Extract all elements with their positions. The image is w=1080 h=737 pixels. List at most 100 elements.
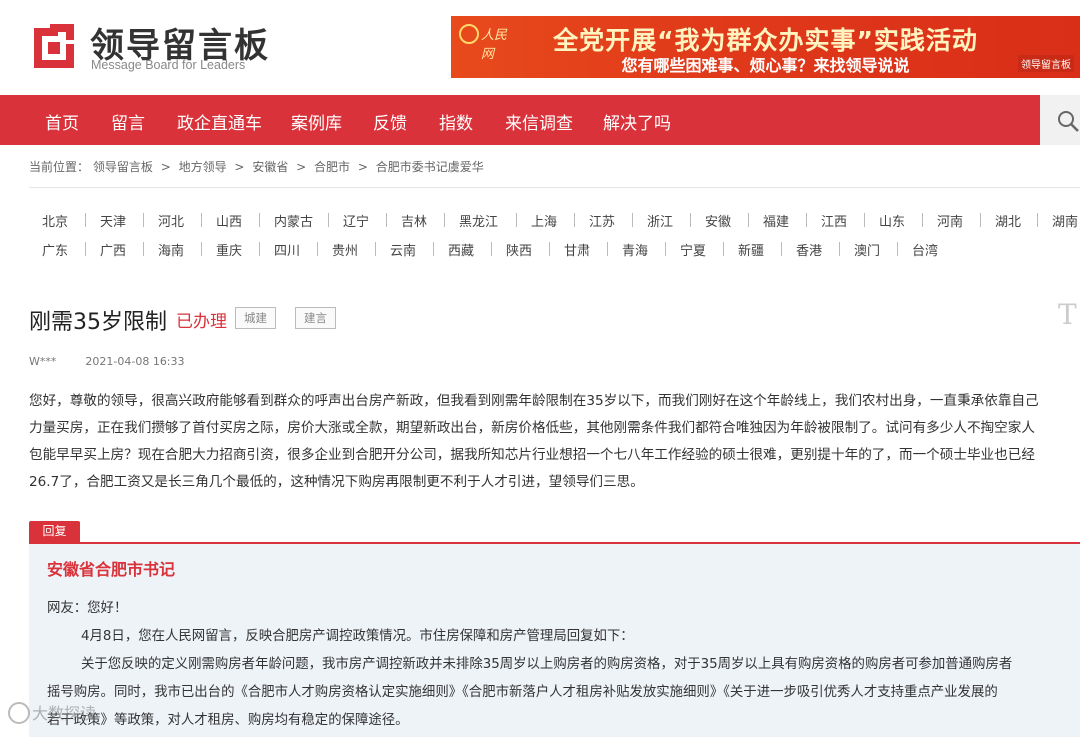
province-link[interactable]: 山西 bbox=[216, 211, 242, 230]
province-link[interactable]: 内蒙古 bbox=[274, 211, 313, 230]
search-icon bbox=[1058, 111, 1079, 132]
breadcrumb: 当前位置： 领导留言板 > 地方领导 > 安徽省 > 合肥市 > 合肥市委书记虞… bbox=[29, 158, 484, 175]
province-separator bbox=[433, 242, 434, 256]
nav-item-feedback[interactable]: 反馈 bbox=[373, 109, 407, 134]
search-button[interactable] bbox=[1040, 95, 1080, 145]
province-link[interactable]: 湖北 bbox=[995, 211, 1021, 230]
province-separator bbox=[317, 242, 318, 256]
province-separator bbox=[574, 213, 575, 227]
province-link[interactable]: 山东 bbox=[879, 211, 905, 230]
province-separator bbox=[980, 213, 981, 227]
province-link[interactable]: 宁夏 bbox=[680, 240, 706, 259]
province-link[interactable]: 四川 bbox=[274, 240, 300, 259]
breadcrumb-item[interactable]: 领导留言板 bbox=[93, 160, 153, 174]
province-link[interactable]: 天津 bbox=[100, 211, 126, 230]
font-size-icon[interactable]: T bbox=[1058, 298, 1077, 331]
post-title: 刚需35岁限制 bbox=[29, 310, 167, 335]
logo-icon[interactable] bbox=[28, 20, 80, 72]
nav-item-index[interactable]: 指数 bbox=[439, 109, 473, 134]
province-link[interactable]: 安徽 bbox=[705, 211, 731, 230]
breadcrumb-prefix: 当前位置： bbox=[29, 160, 90, 174]
province-link[interactable]: 上海 bbox=[531, 211, 557, 230]
province-link[interactable]: 贵州 bbox=[332, 240, 358, 259]
reply-label: 回复 bbox=[29, 521, 80, 542]
province-separator bbox=[386, 213, 387, 227]
nav-item-home[interactable]: 首页 bbox=[45, 109, 79, 134]
province-separator bbox=[549, 242, 550, 256]
nav-item-cases[interactable]: 案例库 bbox=[291, 109, 342, 134]
province-link[interactable]: 云南 bbox=[390, 240, 416, 259]
province-link[interactable]: 广西 bbox=[100, 240, 126, 259]
province-link[interactable]: 澳门 bbox=[854, 240, 880, 259]
province-separator bbox=[328, 213, 329, 227]
province-separator bbox=[143, 213, 144, 227]
province-separator bbox=[922, 213, 923, 227]
breadcrumb-item[interactable]: 地方领导 bbox=[179, 160, 227, 174]
campaign-banner[interactable]: 人民网 全党开展“我为群众办实事”实践活动 您有哪些困难事、烦心事？来找领导说说… bbox=[451, 16, 1080, 78]
province-separator bbox=[781, 242, 782, 256]
province-separator bbox=[85, 242, 86, 256]
author: W*** bbox=[29, 355, 57, 368]
province-link[interactable]: 甘肃 bbox=[564, 240, 590, 259]
breadcrumb-separator: > bbox=[357, 160, 368, 174]
nav-item-business-express[interactable]: 政企直通车 bbox=[177, 109, 262, 134]
province-separator bbox=[143, 242, 144, 256]
breadcrumb-separator: > bbox=[296, 160, 307, 174]
province-link[interactable]: 青海 bbox=[622, 240, 648, 259]
province-link[interactable]: 黑龙江 bbox=[459, 211, 498, 230]
province-link[interactable]: 广东 bbox=[42, 240, 68, 259]
province-link[interactable]: 福建 bbox=[763, 211, 789, 230]
province-separator bbox=[444, 213, 445, 227]
province-link[interactable]: 西藏 bbox=[448, 240, 474, 259]
breadcrumb-item[interactable]: 合肥市 bbox=[314, 160, 350, 174]
province-link[interactable]: 海南 bbox=[158, 240, 184, 259]
watermark: 大数探读 bbox=[32, 704, 97, 723]
province-link[interactable]: 浙江 bbox=[647, 211, 673, 230]
divider bbox=[29, 187, 1080, 188]
nav-item-messages[interactable]: 留言 bbox=[111, 109, 145, 134]
province-link[interactable]: 北京 bbox=[42, 211, 68, 230]
content-line: 力量买房，正在我们攒够了首付买房之际，房价大涨或全款，期望新政出台，新房价格低些… bbox=[29, 420, 1035, 436]
status-badge: 已办理 bbox=[176, 312, 227, 332]
province-separator bbox=[723, 242, 724, 256]
province-link[interactable]: 台湾 bbox=[912, 240, 938, 259]
type-tag[interactable]: 建言 bbox=[295, 307, 336, 329]
province-link[interactable]: 香港 bbox=[796, 240, 822, 259]
province-separator bbox=[259, 242, 260, 256]
province-separator bbox=[491, 242, 492, 256]
breadcrumb-item[interactable]: 安徽省 bbox=[252, 160, 288, 174]
content-line: 26.7了，合肥工资又是长三角几个最低的，这种情况下购房再限制更不利于人才引进，… bbox=[29, 474, 644, 490]
province-link[interactable]: 重庆 bbox=[216, 240, 242, 259]
province-link[interactable]: 吉林 bbox=[401, 211, 427, 230]
reply-line: 4月8日，您在人民网留言，反映合肥房产调控政策情况。市住房保障和房产管理局回复如… bbox=[81, 629, 634, 644]
post-date: 2021-04-08 16:33 bbox=[85, 355, 185, 368]
province-link[interactable]: 河北 bbox=[158, 211, 184, 230]
province-link[interactable]: 陕西 bbox=[506, 240, 532, 259]
breadcrumb-separator: > bbox=[234, 160, 245, 174]
nav-item-resolved[interactable]: 解决了吗 bbox=[603, 109, 671, 134]
province-separator bbox=[259, 213, 260, 227]
province-link[interactable]: 湖南 bbox=[1052, 211, 1078, 230]
province-separator bbox=[839, 242, 840, 256]
province-separator bbox=[201, 242, 202, 256]
province-separator bbox=[632, 213, 633, 227]
province-separator bbox=[85, 213, 86, 227]
site-header: 领导留言板 Message Board for Leaders 人民网 全党开展… bbox=[0, 0, 1080, 95]
province-link[interactable]: 江苏 bbox=[589, 211, 615, 230]
province-separator bbox=[516, 213, 517, 227]
province-link[interactable]: 河南 bbox=[937, 211, 963, 230]
province-link[interactable]: 辽宁 bbox=[343, 211, 369, 230]
province-separator bbox=[665, 242, 666, 256]
reply-line: 摇号购房。同时，我市已出台的《合肥市人才购房资格认定实施细则》《合肥市新落户人才… bbox=[47, 685, 998, 700]
breadcrumb-separator: > bbox=[160, 160, 171, 174]
nav-item-survey[interactable]: 来信调查 bbox=[505, 109, 573, 134]
reply-org: 安徽省合肥市书记 bbox=[47, 560, 176, 579]
breadcrumb-item[interactable]: 合肥市委书记虞爱华 bbox=[376, 160, 484, 174]
banner-subtitle: 您有哪些困难事、烦心事？来找领导说说 bbox=[621, 56, 910, 75]
province-separator bbox=[607, 242, 608, 256]
province-link[interactable]: 江西 bbox=[821, 211, 847, 230]
province-link[interactable]: 新疆 bbox=[738, 240, 764, 259]
category-tag[interactable]: 城建 bbox=[235, 307, 276, 329]
province-separator bbox=[806, 213, 807, 227]
post-meta: W*** 2021-04-08 16:33 bbox=[29, 355, 185, 368]
